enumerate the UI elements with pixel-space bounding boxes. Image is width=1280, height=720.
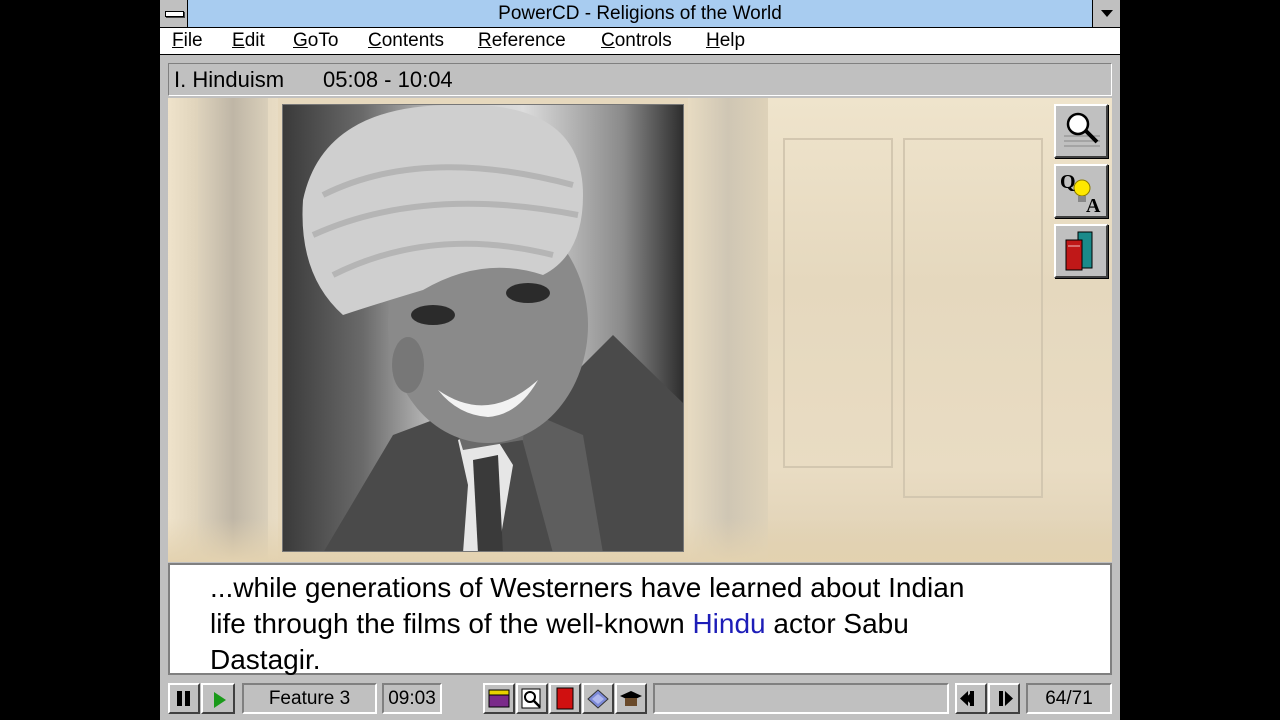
menu-contents[interactable]: Contents (368, 28, 444, 54)
system-menu-icon (165, 11, 184, 17)
portrait-photo (282, 104, 684, 552)
next-page-button[interactable] (988, 683, 1020, 714)
next-icon (999, 691, 1013, 706)
previous-icon (960, 691, 974, 706)
qa-button[interactable]: Q A (1054, 164, 1108, 218)
media-button-book[interactable] (549, 683, 581, 714)
magnifier-icon (1064, 112, 1100, 147)
pause-icon (177, 691, 190, 706)
magnifier-doc-icon (521, 688, 541, 709)
reference-button[interactable] (1054, 224, 1108, 278)
glossary-link-hindu[interactable]: Hindu (692, 608, 765, 639)
system-menu-button[interactable] (160, 0, 188, 27)
caption-line: Dastagir. (210, 644, 321, 675)
media-button-graduation[interactable] (615, 683, 647, 714)
section-time-range: 05:08 - 10:04 (323, 67, 453, 92)
feature-label: Feature 3 (242, 683, 377, 714)
play-icon (214, 692, 226, 708)
caption-line: ...while generations of Westerners have … (210, 572, 965, 603)
caption-line: life through the films of the well-known… (210, 606, 1080, 642)
red-book-icon (556, 687, 574, 710)
media-button-tags[interactable] (582, 683, 614, 714)
zoom-button[interactable] (1054, 104, 1108, 158)
media-button-search[interactable] (516, 683, 548, 714)
svg-text:A: A (1086, 195, 1101, 216)
menu-controls[interactable]: Controls (601, 28, 672, 54)
title-bar: PowerCD - Religions of the World (160, 0, 1120, 28)
menu-file[interactable]: File (172, 28, 203, 54)
section-title: I. Hinduism (174, 67, 285, 92)
svg-text:Q: Q (1060, 171, 1076, 193)
play-button[interactable] (201, 683, 235, 714)
background-door (903, 138, 1043, 498)
app-window: PowerCD - Religions of the World File Ed… (160, 0, 1120, 720)
elapsed-time: 09:03 (382, 683, 442, 714)
graduation-cap-icon (620, 691, 642, 706)
background-pillar (198, 98, 268, 562)
window-dropdown-button[interactable] (1092, 0, 1120, 27)
section-header: I. Hinduism 05:08 - 10:04 (168, 63, 1112, 96)
control-bar: Feature 3 09:03 64/71 (160, 678, 1120, 720)
portrait-illustration (302, 105, 683, 551)
pause-button[interactable] (168, 683, 200, 714)
blue-tags-icon (587, 689, 609, 709)
narration-caption: ...while generations of Westerners have … (168, 563, 1112, 675)
media-button-clapboard[interactable] (483, 683, 515, 714)
background-door (783, 138, 893, 468)
chevron-down-icon (1101, 10, 1113, 17)
page-counter: 64/71 (1026, 683, 1112, 714)
caption-text: actor Sabu (765, 608, 909, 639)
window-title: PowerCD - Religions of the World (498, 3, 782, 24)
menu-edit[interactable]: Edit (232, 28, 265, 54)
clapboard-icon (488, 689, 510, 708)
menu-goto[interactable]: GoTo (293, 28, 338, 54)
progress-track (653, 683, 949, 714)
books-icon (1065, 231, 1093, 271)
media-stage: Q A (168, 98, 1112, 562)
background-pillar (688, 98, 768, 562)
menu-bar: File Edit GoTo Contents Reference Contro… (160, 28, 1120, 55)
previous-page-button[interactable] (955, 683, 987, 714)
qa-lightbulb-icon: Q A (1060, 171, 1101, 217)
menu-help[interactable]: Help (706, 28, 745, 54)
caption-text: life through the films of the well-known (210, 608, 693, 639)
menu-reference[interactable]: Reference (478, 28, 566, 54)
